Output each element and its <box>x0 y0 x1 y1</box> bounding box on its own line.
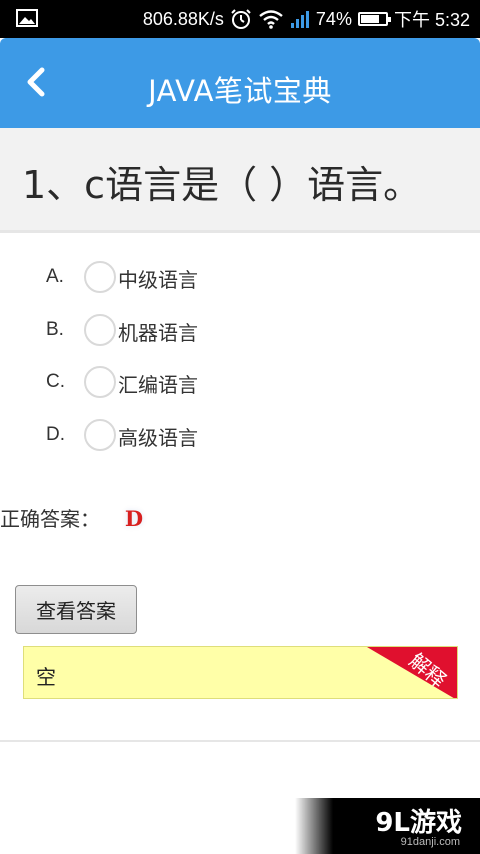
battery-icon <box>357 12 391 26</box>
view-answer-button[interactable]: 查看答案 <box>15 585 137 634</box>
explanation-text: 空 <box>36 665 56 689</box>
radio-button[interactable] <box>84 261 116 293</box>
correct-answer-label: 正确答案： <box>0 507 100 531</box>
radio-button[interactable] <box>84 314 116 346</box>
question-panel: 1、c语言是（ ）语言。 <box>0 128 480 233</box>
clock: 下午 5:32 <box>393 10 470 30</box>
correct-answer-value: D <box>124 506 144 531</box>
option-d[interactable]: D. 高级语言 <box>0 416 260 456</box>
image-icon <box>16 9 38 27</box>
option-letter: A. <box>46 266 64 287</box>
alarm-icon <box>231 9 251 29</box>
explanation-ribbon: 解释 <box>367 647 457 698</box>
option-c[interactable]: C. 汇编语言 <box>0 363 260 403</box>
option-label: 中级语言 <box>118 268 198 292</box>
status-bar: 806.88K/s 74% 下午 5:32 <box>0 0 480 38</box>
network-speed: 806.88K/s <box>142 8 224 29</box>
app-header: JAVA笔试宝典 <box>0 38 480 128</box>
divider <box>0 740 480 742</box>
watermark-brand: 9L游戏 <box>375 808 462 838</box>
option-label: 高级语言 <box>118 426 198 450</box>
option-letter: D. <box>46 424 65 445</box>
explanation-box: 空 解释 <box>23 646 458 699</box>
radio-button[interactable] <box>84 366 116 398</box>
option-b[interactable]: B. 机器语言 <box>0 311 260 351</box>
option-label: 机器语言 <box>118 321 198 345</box>
signal-icon <box>290 11 309 28</box>
option-letter: B. <box>46 319 64 340</box>
watermark-url: 91danji.com <box>400 836 460 848</box>
option-label: 汇编语言 <box>118 373 198 397</box>
watermark: 9L游戏 91danji.com <box>295 798 480 854</box>
page-title: JAVA笔试宝典 <box>148 74 332 108</box>
option-letter: C. <box>46 371 65 392</box>
battery-percent: 74% <box>315 8 352 29</box>
wifi-icon <box>259 10 283 29</box>
question-text: 1、c语言是（ ）语言。 <box>22 163 422 207</box>
option-a[interactable]: A. 中级语言 <box>0 258 260 298</box>
radio-button[interactable] <box>84 419 116 451</box>
